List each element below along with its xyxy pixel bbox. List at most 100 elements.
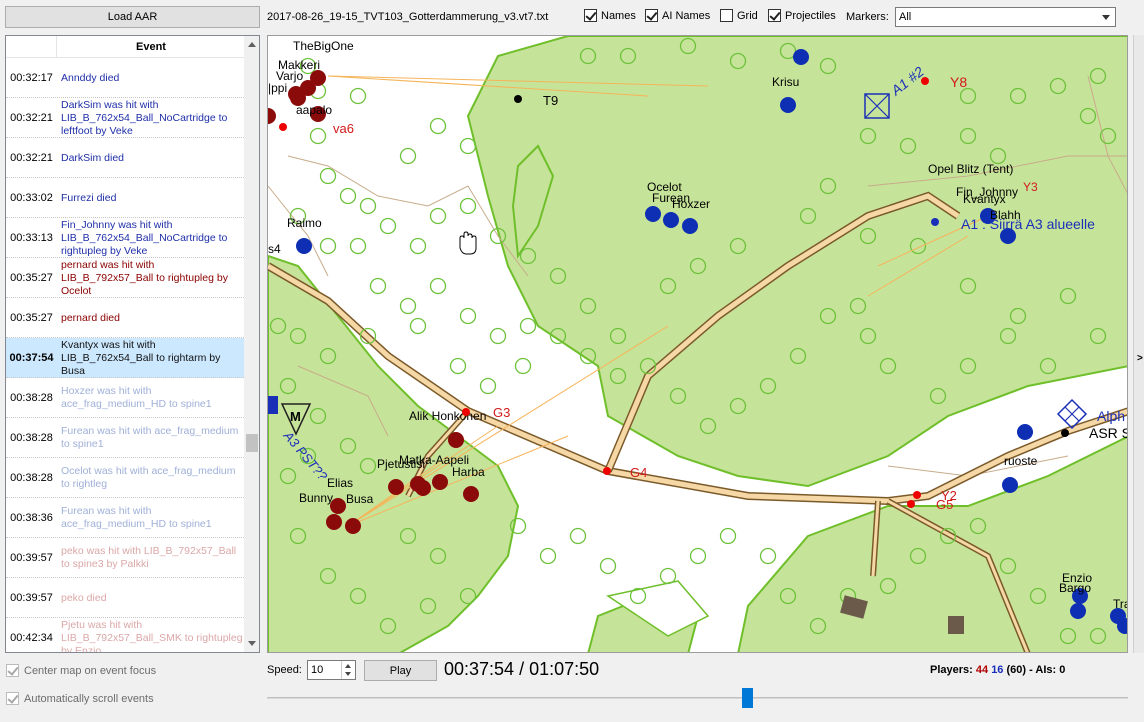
- load-aar-button[interactable]: Load AAR: [5, 6, 260, 28]
- label-elias: Elias: [327, 476, 353, 490]
- label-y3: Y3: [1023, 180, 1038, 194]
- event-row[interactable]: 00:39:57 peko died: [6, 578, 244, 618]
- event-row[interactable]: 00:38:28 Ocelot was hit with ace_frag_med…: [6, 458, 244, 498]
- play-button[interactable]: Play: [364, 660, 437, 681]
- event-row[interactable]: 00:32:21 DarkSim was hit with LIB_B_762x5…: [6, 98, 244, 138]
- event-message: DarkSim died: [61, 151, 125, 164]
- event-message: DarkSim was hit with LIB_B_762x54_Ball_N…: [61, 98, 228, 137]
- label-ruoste: ruoste: [1004, 454, 1038, 468]
- autoscroll-check-icon[interactable]: [6, 692, 19, 705]
- label-raimo: Raimo: [287, 216, 322, 230]
- center-map-label: Center map on event focus: [24, 664, 157, 677]
- label-t9: T9: [543, 93, 558, 108]
- label-hoxzer: Hoxzer: [672, 197, 710, 211]
- map-canvas[interactable]: TheBigOne Makkeri Varjo |ppi aapalo va6 …: [268, 36, 1128, 653]
- projectiles-label: Projectiles: [785, 9, 836, 22]
- event-time: 00:37:54: [9, 352, 54, 364]
- map-view[interactable]: TheBigOne Makkeri Varjo |ppi aapalo va6 …: [267, 35, 1128, 653]
- label-alik: Alik Honkonen: [409, 409, 486, 423]
- speed-stepper[interactable]: 10: [307, 660, 356, 680]
- event-row[interactable]: 00:33:02 Furrezi died: [6, 178, 244, 218]
- event-column-header: Event: [136, 41, 166, 53]
- event-list[interactable]: Event 00:32:17 Annddy died 00:32:21 DarkSim…: [5, 35, 260, 653]
- label-opel: Opel Blitz (Tent): [928, 162, 1013, 176]
- event-time: 00:39:57: [10, 552, 53, 564]
- event-time: 00:33:02: [10, 192, 53, 204]
- event-time: 00:35:27: [10, 272, 53, 284]
- projectiles-check-icon[interactable]: [768, 9, 781, 22]
- timeline-track[interactable]: [267, 697, 1128, 699]
- label-m: M: [290, 409, 301, 424]
- grid-check-icon[interactable]: [720, 9, 733, 22]
- label-tra: Tra: [1113, 597, 1128, 611]
- event-row[interactable]: 00:37:54 Kvantyx was hit with LIB_B_762x5…: [6, 338, 244, 378]
- event-message: Pjetu was hit with LIB_B_792x57_Ball_SMK…: [61, 618, 243, 653]
- grid-checkbox[interactable]: Grid: [720, 9, 758, 22]
- grid-label: Grid: [737, 9, 758, 22]
- event-message: Annddy died: [61, 71, 120, 84]
- event-row[interactable]: 00:38:28 Hoxzer was hit with ace_frag_med…: [6, 378, 244, 418]
- label-g5: G5: [936, 497, 953, 512]
- event-row[interactable]: 00:38:36 Furean was hit with ace_frag_med…: [6, 498, 244, 538]
- event-row[interactable]: 00:38:28 Furean was hit with ace_frag_med…: [6, 418, 244, 458]
- label-g3: G3: [493, 405, 510, 420]
- total-count: (60): [1006, 664, 1027, 676]
- forest-areas: [268, 36, 1127, 652]
- player-count: Players: 44 16 (60) - AIs: 0: [930, 664, 1065, 676]
- autoscroll-label: Automatically scroll events: [24, 692, 154, 705]
- event-message: Hoxzer was hit with ace_frag_medium_HD t…: [61, 385, 212, 410]
- event-time: 00:32:17: [10, 72, 53, 84]
- aar-filename: 2017-08-26_19-15_TVT103_Gotterdammerung_…: [267, 11, 549, 23]
- projectiles-checkbox[interactable]: Projectiles: [768, 9, 836, 22]
- event-row[interactable]: 00:32:17 Annddy died: [6, 58, 244, 98]
- markers-label: Markers:: [846, 11, 889, 23]
- event-scrollbar[interactable]: [244, 36, 259, 652]
- timeline-slider-thumb[interactable]: [742, 688, 754, 708]
- event-message: Kvantyx was hit with LIB_B_762x54_Ball t…: [61, 338, 221, 377]
- label-krisu: Krisu: [772, 75, 799, 89]
- markers-value: All: [899, 11, 912, 23]
- stepper-up-icon[interactable]: [345, 664, 351, 668]
- event-time: 00:38:28: [10, 392, 53, 404]
- label-bunny: Bunny: [299, 491, 333, 505]
- event-time: 00:35:27: [10, 312, 53, 324]
- names-check-icon[interactable]: [584, 9, 597, 22]
- event-message: peko was hit with LIB_B_792x57_Ball to s…: [61, 545, 237, 570]
- event-row[interactable]: 00:33:13 Fin_Johnny was hit with LIB_B_76…: [6, 218, 244, 258]
- scroll-down-icon[interactable]: [248, 641, 256, 646]
- label-y8: Y8: [950, 74, 967, 90]
- stepper-down-icon[interactable]: [345, 672, 351, 676]
- ai-names-checkbox[interactable]: AI Names: [645, 9, 710, 22]
- scroll-thumb[interactable]: [246, 434, 258, 452]
- event-time: 00:39:57: [10, 592, 53, 604]
- event-time: 00:38:36: [10, 512, 53, 524]
- event-time: 00:38:28: [10, 472, 53, 484]
- event-message: Furean was hit with ace_frag_medium to s…: [61, 425, 239, 450]
- event-time: 00:42:34: [10, 632, 53, 644]
- autoscroll-checkbox[interactable]: Automatically scroll events: [6, 692, 154, 705]
- ai-names-check-icon[interactable]: [645, 9, 658, 22]
- event-message: pernard was hit with LIB_B_792x57_Ball t…: [61, 258, 228, 297]
- event-message: Ocelot was hit with ace_frag_medium to r…: [61, 465, 236, 490]
- event-row[interactable]: 00:35:27 pernard died: [6, 298, 244, 338]
- event-message: pernard died: [61, 311, 120, 324]
- center-map-checkbox[interactable]: Center map on event focus: [6, 664, 156, 677]
- map-side-strip[interactable]: >: [1133, 35, 1144, 653]
- label-asr: ASR S: [1089, 425, 1128, 441]
- event-row[interactable]: 00:32:21 DarkSim died: [6, 138, 244, 178]
- event-row[interactable]: 00:35:27 pernard was hit with LIB_B_792x5…: [6, 258, 244, 298]
- event-message: Furean was hit with ace_frag_medium_HD t…: [61, 505, 212, 530]
- event-row[interactable]: 00:39:57 peko was hit with LIB_B_792x57_B…: [6, 538, 244, 578]
- label-aapalo: aapalo: [296, 103, 332, 117]
- event-row[interactable]: 00:42:34 Pjetu was hit with LIB_B_792x57_…: [6, 618, 244, 653]
- label-s4: s4: [268, 242, 281, 256]
- chevron-down-icon: [1102, 15, 1110, 20]
- markers-select[interactable]: All: [895, 7, 1116, 27]
- playback-timecode: 00:37:54 / 01:07:50: [444, 659, 600, 679]
- center-map-check-icon[interactable]: [6, 664, 19, 677]
- expand-arrow-icon[interactable]: >: [1137, 353, 1143, 364]
- ai-names-label: AI Names: [662, 9, 711, 22]
- event-time: 00:32:21: [10, 152, 53, 164]
- scroll-up-icon[interactable]: [248, 42, 256, 47]
- names-checkbox[interactable]: Names: [584, 9, 636, 22]
